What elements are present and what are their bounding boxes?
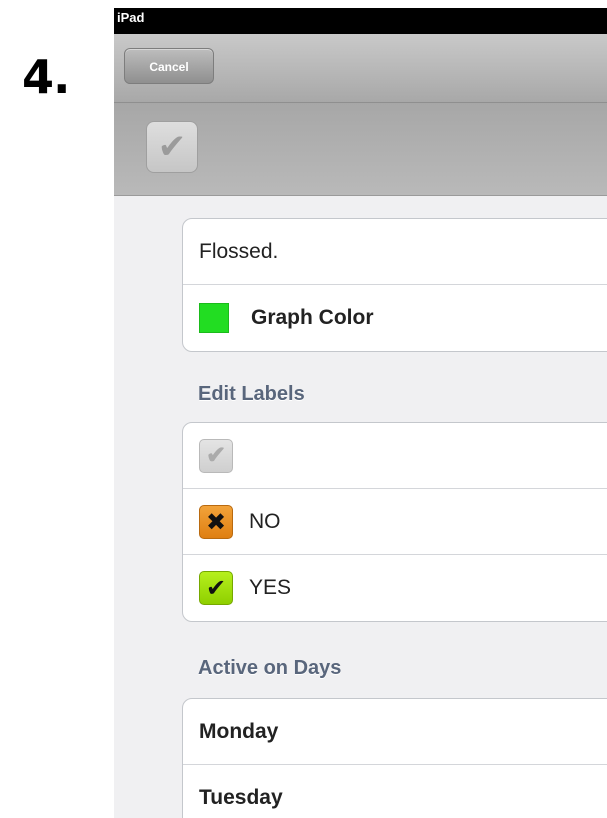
day-row-tuesday[interactable]: Tuesday xyxy=(183,765,607,818)
habit-name-text: Flossed. xyxy=(199,239,279,263)
day-label: Monday xyxy=(199,719,279,743)
step-number: 4. xyxy=(22,50,70,104)
graph-color-label: Graph Color xyxy=(251,306,374,329)
day-label: Tuesday xyxy=(199,786,283,809)
habit-name-field[interactable]: Flossed. xyxy=(183,219,607,285)
label-row-text: YES xyxy=(249,576,292,599)
ipad-screen: iPad Cancel ✔ Flossed. Graph Color Edit … xyxy=(114,8,607,818)
habit-details-group: Flossed. Graph Color xyxy=(182,218,607,352)
day-row-monday[interactable]: Monday xyxy=(183,699,607,765)
cancel-button[interactable]: Cancel xyxy=(124,48,214,84)
done-checkmark-icon[interactable]: ✔ xyxy=(146,121,198,173)
active-days-group: Monday Tuesday xyxy=(182,698,607,818)
orange-x-icon: ✖ xyxy=(199,504,233,539)
label-row-text: NO xyxy=(249,509,281,533)
active-days-header: Active on Days xyxy=(198,657,342,679)
edit-labels-group: ✔ ✖ NO ✔ YES xyxy=(182,422,607,622)
toolbar: ✔ xyxy=(114,103,607,196)
graph-color-swatch xyxy=(199,303,229,333)
label-row-yes[interactable]: ✔ YES xyxy=(183,555,607,621)
label-row-checked[interactable]: ✔ xyxy=(183,423,607,489)
green-check-icon: ✔ xyxy=(199,571,233,605)
nav-bar: Cancel xyxy=(114,34,607,103)
status-bar-device-label: iPad xyxy=(117,10,145,25)
status-bar: iPad xyxy=(114,8,607,34)
gray-check-icon: ✔ xyxy=(199,438,233,473)
graph-color-row[interactable]: Graph Color xyxy=(183,285,607,351)
edit-labels-header: Edit Labels xyxy=(198,383,305,405)
label-row-no[interactable]: ✖ NO xyxy=(183,489,607,555)
